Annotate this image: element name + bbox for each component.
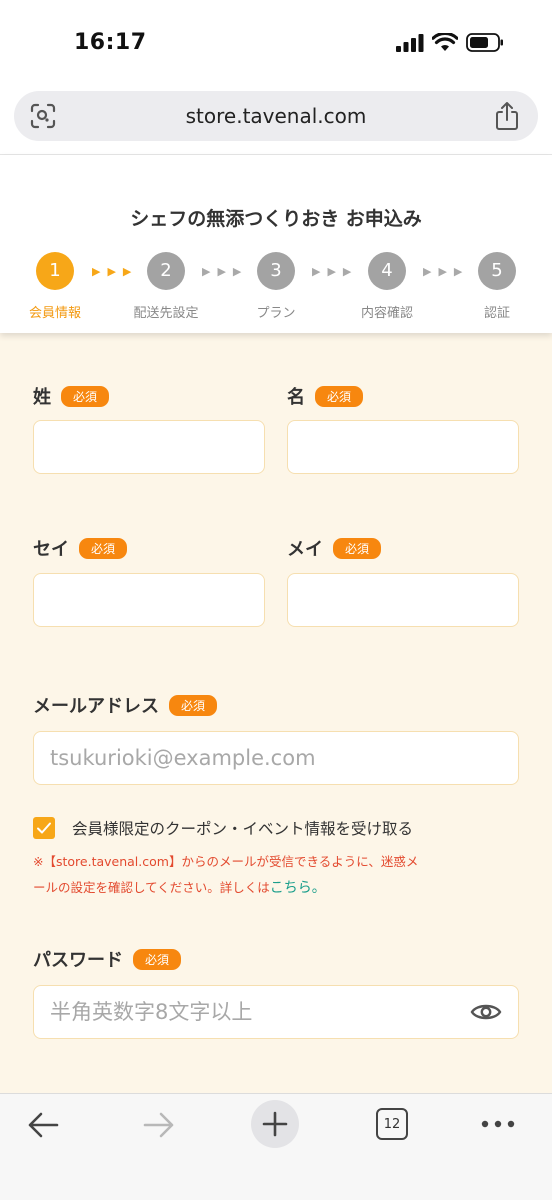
password-field[interactable]: 半角英数字8文字以上 xyxy=(33,985,519,1039)
newsletter-option[interactable]: 会員様限定のクーポン・イベント情報を受け取る xyxy=(33,817,413,839)
status-icons xyxy=(396,33,504,52)
notice-link[interactable]: こちら。 xyxy=(270,880,326,896)
first-name-kana-input[interactable] xyxy=(287,573,519,627)
back-arrow-icon[interactable] xyxy=(26,1110,60,1140)
wifi-icon xyxy=(432,33,458,51)
battery-icon xyxy=(466,33,503,52)
step-4: 4 内容確認 xyxy=(342,252,432,321)
password-placeholder: 半角英数字8文字以上 xyxy=(50,1000,253,1024)
plus-icon xyxy=(262,1111,288,1137)
browser-toolbar: 12 xyxy=(0,1093,552,1200)
share-icon[interactable] xyxy=(494,101,520,131)
notice-line-1: ※【store.tavenal.com】からのメールが受信できるように、迷惑メ xyxy=(33,854,419,869)
step-5-number: 5 xyxy=(478,252,516,290)
step-5: 5 認証 xyxy=(452,252,542,321)
status-bar: 16:17 xyxy=(0,0,552,84)
step-2: 2 配送先設定 xyxy=(121,252,211,321)
required-badge: 必須 xyxy=(315,385,364,407)
more-icon[interactable] xyxy=(480,1119,516,1129)
required-badge: 必須 xyxy=(79,537,128,559)
email-label-text: メールアドレス xyxy=(33,696,159,717)
step-5-label: 認証 xyxy=(483,306,510,321)
page-title: シェフの無添つくりおき お申込み xyxy=(130,208,422,230)
last-name-kana-label-text: セイ xyxy=(33,539,69,560)
step-2-number: 2 xyxy=(147,252,185,290)
newsletter-checkbox[interactable] xyxy=(33,817,55,839)
notice-line-2: ールの設定を確認してください。詳しくはこちら。 xyxy=(33,875,523,901)
required-badge: 必須 xyxy=(133,948,182,970)
password-label: パスワード 必須 xyxy=(33,946,182,972)
email-field[interactable]: tsukurioki@example.com xyxy=(33,731,519,785)
first-name-label-text: 名 xyxy=(287,387,305,408)
last-name-label: 姓 必須 xyxy=(33,383,110,409)
email-notice: ※【store.tavenal.com】からのメールが受信できるように、迷惑メ … xyxy=(33,849,523,901)
form-header: シェフの無添つくりおき お申込み 1 会員情報 ▶▶▶ 2 配送先設定 ▶▶▶ … xyxy=(0,155,552,333)
step-3-number: 3 xyxy=(257,252,295,290)
checkmark-icon xyxy=(37,822,51,834)
email-placeholder: tsukurioki@example.com xyxy=(50,746,316,770)
first-name-kana-label: メイ 必須 xyxy=(287,535,382,561)
first-name-label: 名 必須 xyxy=(287,383,364,409)
signal-icon xyxy=(396,33,424,52)
status-time: 16:17 xyxy=(74,30,147,55)
step-4-label: 内容確認 xyxy=(360,306,413,321)
step-2-label: 配送先設定 xyxy=(133,306,199,321)
tabs-icon[interactable]: 12 xyxy=(376,1108,408,1140)
address-bar[interactable]: store.tavenal.com xyxy=(14,91,538,141)
notice-line-2-text: ールの設定を確認してください。詳しくは xyxy=(33,880,270,895)
last-name-label-text: 姓 xyxy=(33,387,51,408)
required-badge: 必須 xyxy=(333,537,382,559)
tab-count: 12 xyxy=(383,1116,401,1132)
step-4-number: 4 xyxy=(368,252,406,290)
eye-icon[interactable] xyxy=(470,1001,502,1023)
newsletter-label[interactable]: 会員様限定のクーポン・イベント情報を受け取る xyxy=(72,817,413,839)
last-name-input[interactable] xyxy=(33,420,265,474)
step-1: 1 会員情報 xyxy=(10,252,100,321)
forward-arrow-icon[interactable] xyxy=(142,1110,176,1140)
first-name-input[interactable] xyxy=(287,420,519,474)
required-badge: 必須 xyxy=(169,694,218,716)
required-badge: 必須 xyxy=(61,385,110,407)
last-name-kana-label: セイ 必須 xyxy=(33,535,128,561)
new-tab-button[interactable] xyxy=(251,1100,299,1148)
url-text[interactable]: store.tavenal.com xyxy=(14,104,538,128)
last-name-kana-input[interactable] xyxy=(33,573,265,627)
email-label: メールアドレス 必須 xyxy=(33,692,218,718)
step-3: 3 プラン xyxy=(231,252,321,321)
step-1-label: 会員情報 xyxy=(28,306,81,321)
step-3-label: プラン xyxy=(256,306,296,321)
password-label-text: パスワード xyxy=(33,950,123,971)
first-name-kana-label-text: メイ xyxy=(287,539,323,560)
step-1-number: 1 xyxy=(36,252,74,290)
